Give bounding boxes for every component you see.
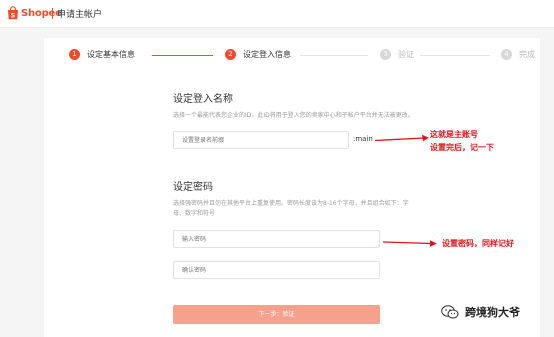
step-number: 3 <box>380 49 391 60</box>
password-hint-line2: 母、数字和符号 <box>173 210 216 217</box>
watermark-text: 跨境狗大爷 <box>465 306 520 319</box>
page-title: 申请主帐户 <box>57 10 103 20</box>
step-connector <box>420 55 490 56</box>
step-complete: 4 完成 <box>501 49 535 60</box>
next-verify-button[interactable]: 下一步：验证 <box>173 305 380 324</box>
step-login-info: 2 设定登入信息 <box>225 49 291 60</box>
watermark: 跨境狗大爷 <box>441 304 520 320</box>
step-label: 设定基本信息 <box>87 50 135 59</box>
svg-text:S: S <box>11 11 16 19</box>
annotation-username-2: 设置完后，记一下 <box>430 142 494 152</box>
logo-text: Shopee <box>21 7 62 19</box>
step-number: 2 <box>225 49 236 60</box>
password-input[interactable] <box>173 230 380 248</box>
top-bar: S Shopee 申请主帐户 <box>0 0 554 28</box>
shopee-logo[interactable]: S Shopee <box>7 6 62 20</box>
step-label: 验证 <box>398 50 414 59</box>
step-connector <box>152 55 213 56</box>
step-connector <box>300 55 368 56</box>
annotation-password: 设置密码，同样记好 <box>442 238 514 248</box>
step-label: 完成 <box>519 50 535 59</box>
username-suffix: :main <box>353 135 373 143</box>
annotation-arrow <box>374 134 429 142</box>
step-verify: 3 验证 <box>380 49 414 60</box>
password-hint-line1: 选择强密码并且勿在其他平台上重复使用。密码长度该为8-16个字母，并且组合如下：… <box>173 200 409 207</box>
wechat-icon <box>441 305 459 319</box>
header-divider <box>52 8 53 19</box>
step-label: 设定登入信息 <box>243 50 291 59</box>
annotation-username-1: 这就是主账号 <box>430 129 478 139</box>
username-input[interactable] <box>173 131 349 149</box>
login-name-title: 设定登入名称 <box>173 94 233 105</box>
shopping-bag-icon: S <box>8 6 18 19</box>
registration-card <box>44 38 540 337</box>
step-number: 4 <box>501 49 512 60</box>
step-basic-info: 1 设定基本信息 <box>69 49 135 60</box>
annotation-arrow <box>382 240 437 247</box>
password-title: 设定密码 <box>173 182 213 193</box>
step-number: 1 <box>69 49 80 60</box>
login-name-hint: 选择一个最能代表您企业的ID，此ID将用于登入您的卖家中心和子帐户平台并无法被更… <box>173 112 414 119</box>
confirm-password-input[interactable] <box>173 261 380 279</box>
